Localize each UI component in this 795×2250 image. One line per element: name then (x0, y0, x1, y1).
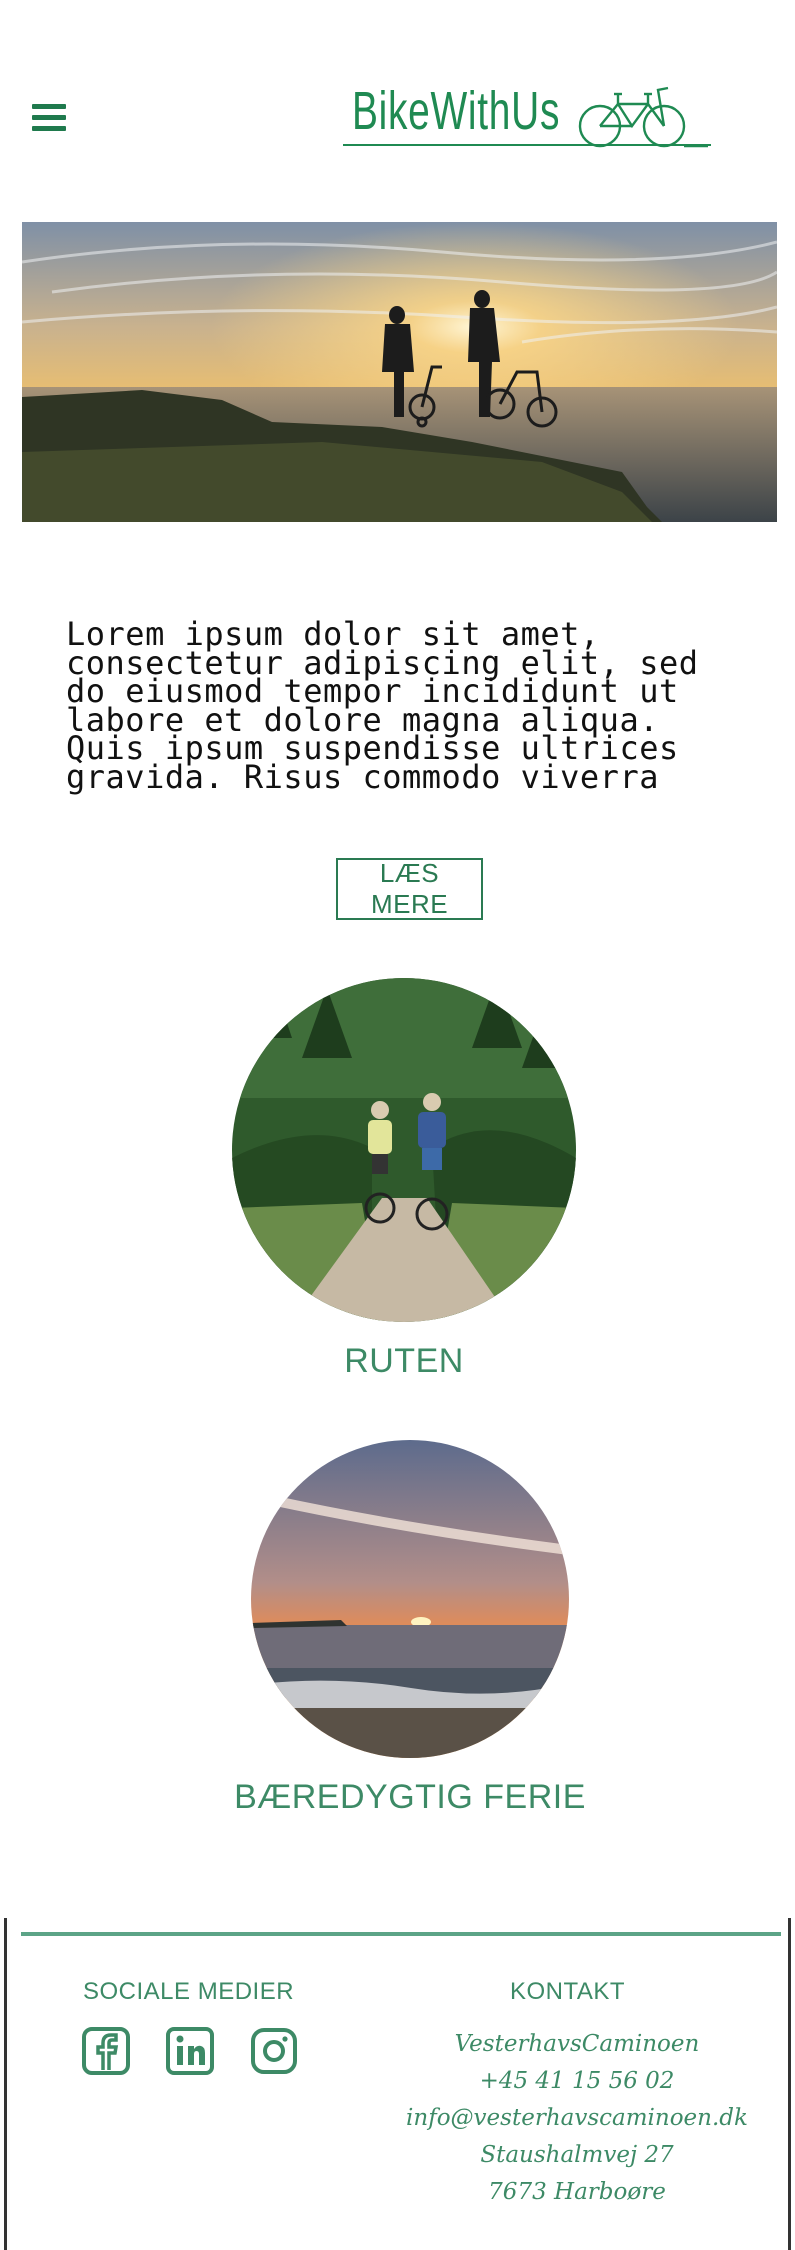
contact-title: KONTAKT (510, 1978, 626, 2005)
logo-text: BikeWithUs (352, 81, 561, 141)
route-card[interactable]: RUTEN (232, 978, 576, 1381)
intro-paragraph: Lorem ipsum dolor sit amet, consectetur … (66, 615, 699, 796)
instagram-icon[interactable] (249, 2026, 299, 2076)
sustainable-holiday-label[interactable]: BÆREDYGTIG FERIE (180, 1778, 640, 1817)
contact-email[interactable]: info@vesterhavscaminoen.dk (397, 2100, 757, 2137)
sustainable-holiday-image[interactable] (251, 1440, 569, 1758)
social-icons (81, 2026, 311, 2078)
route-label[interactable]: RUTEN (232, 1342, 576, 1381)
contact-phone[interactable]: +45 41 15 56 02 (397, 2063, 757, 2100)
contact-name: VesterhavsCaminoen (454, 2031, 700, 2057)
tandem-bicycle-icon (578, 86, 708, 148)
contact-info: VesterhavsCaminoen +45 41 15 56 02 info@… (397, 2026, 757, 2211)
read-more-button[interactable]: LÆS MERE (336, 858, 483, 920)
contact-city: 7673 Harboøre (488, 2179, 666, 2205)
site-header: BikeWithUs (0, 0, 795, 200)
facebook-icon[interactable] (81, 2026, 131, 2076)
route-image[interactable] (232, 978, 576, 1322)
site-footer: SOCIALE MEDIER KONTAKT VesterhavsCaminoe… (4, 1918, 791, 2250)
site-logo[interactable]: BikeWithUs (340, 78, 715, 158)
linkedin-icon[interactable] (165, 2026, 215, 2076)
logo-underline (343, 144, 711, 146)
footer-divider (21, 1932, 781, 1936)
sustainable-holiday-card[interactable]: BÆREDYGTIG FERIE (180, 1440, 640, 1817)
social-media-title: SOCIALE MEDIER (83, 1978, 295, 2005)
hamburger-menu-icon[interactable] (30, 104, 70, 136)
contact-street: Staushalmvej 27 (480, 2142, 674, 2168)
hero-image (22, 222, 777, 522)
